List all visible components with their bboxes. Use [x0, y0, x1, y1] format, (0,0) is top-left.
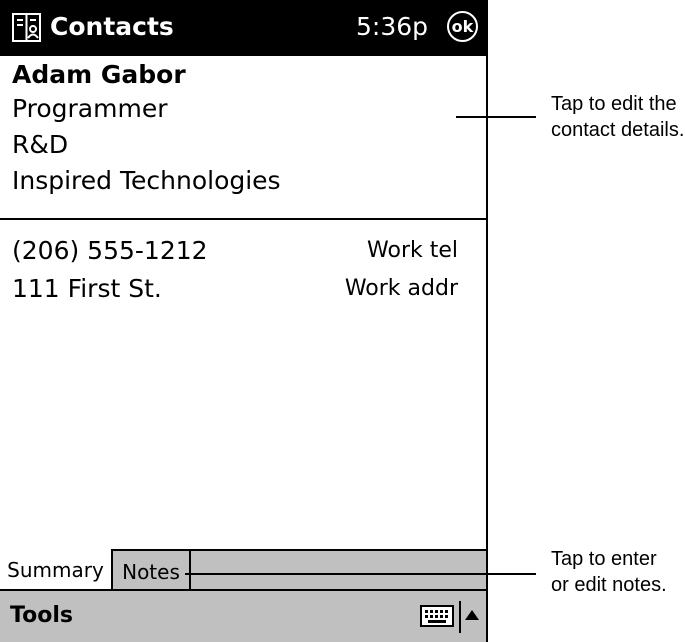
contact-name: Adam Gabor — [12, 60, 186, 89]
menubar-separator — [459, 601, 461, 633]
callout-details-line2: contact details. — [551, 119, 685, 141]
tools-menu[interactable]: Tools — [10, 599, 73, 633]
contact-job-title: Programmer — [12, 94, 168, 123]
pocketpc-screen: Contacts 5:36p ok Adam Gabor Programmer … — [0, 0, 488, 642]
detail-row-work-addr[interactable]: 111 First St. Work addr — [0, 270, 486, 308]
tab-notes[interactable]: Notes — [113, 549, 191, 591]
keyboard-icon[interactable] — [420, 605, 454, 627]
work-tel-label: Work tel — [367, 238, 458, 263]
callout-notes-line2: or edit notes. — [551, 574, 667, 596]
contact-department: R&D — [12, 130, 69, 159]
detail-row-work-tel[interactable]: (206) 555-1212 Work tel — [0, 232, 486, 270]
callout-line-notes — [185, 573, 536, 575]
callout-line-details — [456, 116, 536, 118]
ok-button[interactable]: ok — [447, 11, 478, 42]
app-title: Contacts — [50, 12, 174, 41]
clock[interactable]: 5:36p — [356, 9, 428, 45]
contacts-book-icon[interactable] — [10, 11, 43, 44]
work-tel-value: (206) 555-1212 — [12, 236, 208, 265]
title-bar: Contacts 5:36p ok — [0, 0, 486, 56]
work-addr-value: 111 First St. — [12, 274, 162, 303]
menu-bar: Tools — [0, 589, 486, 642]
contact-header[interactable]: Adam Gabor Programmer R&D Inspired Techn… — [0, 56, 486, 218]
contact-company: Inspired Technologies — [12, 166, 281, 195]
tab-strip: Summary Notes — [0, 549, 486, 591]
header-divider — [0, 218, 486, 220]
tab-summary[interactable]: Summary — [0, 549, 113, 591]
up-arrow-icon[interactable] — [464, 609, 480, 621]
work-addr-label: Work addr — [344, 276, 458, 301]
